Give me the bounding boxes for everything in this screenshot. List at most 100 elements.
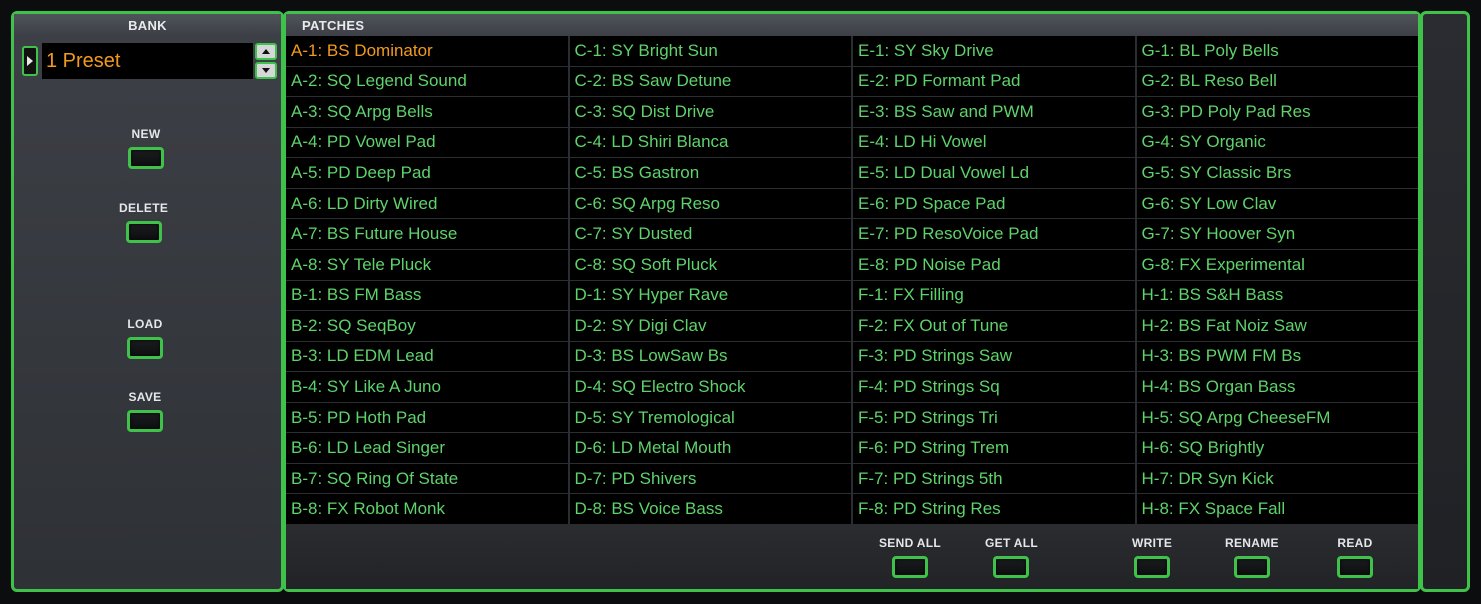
patch-item[interactable]: F-5: PD Strings Tri [853, 402, 1135, 433]
patch-item[interactable]: F-6: PD String Trem [853, 433, 1135, 463]
patch-item[interactable]: F-3: PD Strings Saw [853, 341, 1135, 372]
patch-item[interactable]: C-1: SY Bright Sun [569, 36, 851, 66]
patch-item[interactable]: F-7: PD Strings 5th [853, 463, 1135, 494]
patch-item[interactable]: A-4: PD Vowel Pad [286, 127, 568, 158]
patch-item[interactable]: H-1: BS S&H Bass [1136, 280, 1418, 311]
get-all-label: GET ALL [985, 536, 1038, 550]
rename-button[interactable] [1233, 556, 1270, 578]
bank-menu-button[interactable] [22, 46, 38, 76]
bank-selector: 1 Preset [22, 41, 277, 81]
patch-item[interactable]: H-4: BS Organ Bass [1136, 372, 1418, 402]
chevron-up-icon [262, 49, 270, 54]
bank-down-button[interactable] [255, 62, 277, 79]
patch-item[interactable]: B-1: BS FM Bass [286, 280, 568, 311]
patch-item[interactable]: E-2: PD Formant Pad [853, 66, 1135, 97]
patch-item[interactable]: C-6: SQ Arpg Reso [569, 188, 851, 219]
new-group: NEW [128, 127, 164, 169]
patch-item[interactable]: D-4: SQ Electro Shock [569, 372, 851, 402]
patch-item[interactable]: E-4: LD Hi Vowel [853, 127, 1135, 158]
patch-item[interactable]: H-3: BS PWM FM Bs [1136, 341, 1418, 372]
patch-item[interactable]: H-2: BS Fat Noiz Saw [1136, 311, 1418, 341]
save-button[interactable] [127, 410, 163, 432]
patch-item[interactable]: G-7: SY Hoover Syn [1136, 219, 1418, 249]
patch-item[interactable]: G-1: BL Poly Bells [1136, 36, 1418, 66]
patch-item[interactable]: E-3: BS Saw and PWM [853, 97, 1135, 127]
patch-item[interactable]: E-7: PD ResoVoice Pad [853, 219, 1135, 249]
save-group: SAVE [127, 390, 163, 432]
send-all-group: SEND ALL [879, 536, 941, 578]
patch-grid: A-1: BS Dominator A-2: SQ Legend Sound A-3… [286, 36, 1418, 524]
patch-item[interactable]: C-3: SQ Dist Drive [569, 97, 851, 127]
load-group: LOAD [127, 317, 163, 359]
patch-item[interactable]: C-7: SY Dusted [569, 219, 851, 249]
patch-item[interactable]: C-5: BS Gastron [569, 158, 851, 188]
chevron-down-icon [262, 68, 270, 73]
patch-item[interactable]: D-3: BS LowSaw Bs [569, 341, 851, 372]
patch-item[interactable]: B-4: SY Like A Juno [286, 372, 568, 402]
new-button[interactable] [128, 147, 164, 169]
patch-item[interactable]: D-2: SY Digi Clav [569, 311, 851, 341]
patch-item[interactable]: D-6: LD Metal Mouth [569, 433, 851, 463]
patch-item[interactable]: F-2: FX Out of Tune [853, 311, 1135, 341]
patch-item[interactable]: B-3: LD EDM Lead [286, 341, 568, 372]
bank-header: BANK [14, 14, 281, 36]
get-all-group: GET ALL [985, 536, 1038, 578]
delete-label: DELETE [119, 201, 169, 215]
bank-value[interactable]: 1 Preset [42, 43, 253, 79]
get-all-button[interactable] [993, 556, 1030, 578]
patch-item[interactable]: A-3: SQ Arpg Bells [286, 97, 568, 127]
patch-item[interactable]: A-1: BS Dominator [286, 36, 568, 66]
patch-item[interactable]: E-6: PD Space Pad [853, 188, 1135, 219]
patch-item[interactable]: C-4: LD Shiri Blanca [569, 127, 851, 158]
patch-item[interactable]: F-8: PD String Res [853, 494, 1135, 524]
bank-stepper [255, 43, 277, 79]
patch-item[interactable]: H-7: DR Syn Kick [1136, 463, 1418, 494]
read-button[interactable] [1337, 556, 1373, 578]
side-panel [1420, 11, 1470, 592]
rename-group: RENAME [1225, 536, 1279, 578]
patch-item[interactable]: G-2: BL Reso Bell [1136, 66, 1418, 97]
send-all-button[interactable] [891, 556, 928, 578]
new-label: NEW [131, 127, 161, 141]
patch-item[interactable]: A-5: PD Deep Pad [286, 158, 568, 188]
patch-item[interactable]: D-1: SY Hyper Rave [569, 280, 851, 311]
patch-item[interactable]: H-8: FX Space Fall [1136, 494, 1418, 524]
patch-item[interactable]: G-8: FX Experimental [1136, 249, 1418, 280]
patch-item[interactable]: A-6: LD Dirty Wired [286, 188, 568, 219]
patch-item[interactable]: H-5: SQ Arpg CheeseFM [1136, 402, 1418, 433]
patch-item[interactable]: B-2: SQ SeqBoy [286, 311, 568, 341]
patch-item[interactable]: F-4: PD Strings Sq [853, 372, 1135, 402]
patch-item[interactable]: C-2: BS Saw Detune [569, 66, 851, 97]
patch-item[interactable]: G-4: SY Organic [1136, 127, 1418, 158]
patch-item[interactable]: G-6: SY Low Clav [1136, 188, 1418, 219]
delete-button[interactable] [125, 221, 162, 243]
patch-item[interactable]: B-6: LD Lead Singer [286, 433, 568, 463]
rename-label: RENAME [1225, 536, 1279, 550]
patch-item[interactable]: B-8: FX Robot Monk [286, 494, 568, 524]
patch-item[interactable]: A-8: SY Tele Pluck [286, 249, 568, 280]
patch-item[interactable]: D-5: SY Tremological [569, 402, 851, 433]
patch-footer: SEND ALL GET ALL WRITE RENAME READ [286, 524, 1418, 589]
patch-item[interactable]: A-2: SQ Legend Sound [286, 66, 568, 97]
patch-item[interactable]: D-7: PD Shivers [569, 463, 851, 494]
write-button[interactable] [1134, 556, 1171, 578]
patch-item[interactable]: D-8: BS Voice Bass [569, 494, 851, 524]
patch-item[interactable]: E-5: LD Dual Vowel Ld [853, 158, 1135, 188]
patch-item[interactable]: F-1: FX Filling [853, 280, 1135, 311]
patches-header: PATCHES [286, 14, 1418, 36]
bank-up-button[interactable] [255, 43, 277, 60]
patch-item[interactable]: E-8: PD Noise Pad [853, 249, 1135, 280]
read-group: READ [1337, 536, 1373, 578]
load-label: LOAD [127, 317, 163, 331]
write-group: WRITE [1132, 536, 1172, 578]
patch-item[interactable]: G-5: SY Classic Brs [1136, 158, 1418, 188]
patch-item[interactable]: G-3: PD Poly Pad Res [1136, 97, 1418, 127]
load-button[interactable] [127, 337, 163, 359]
patch-item[interactable]: H-6: SQ Brightly [1136, 433, 1418, 463]
patch-item[interactable]: A-7: BS Future House [286, 219, 568, 249]
read-label: READ [1337, 536, 1373, 550]
patch-item[interactable]: E-1: SY Sky Drive [853, 36, 1135, 66]
patch-item[interactable]: B-5: PD Hoth Pad [286, 402, 568, 433]
patch-item[interactable]: C-8: SQ Soft Pluck [569, 249, 851, 280]
patch-item[interactable]: B-7: SQ Ring Of State [286, 463, 568, 494]
